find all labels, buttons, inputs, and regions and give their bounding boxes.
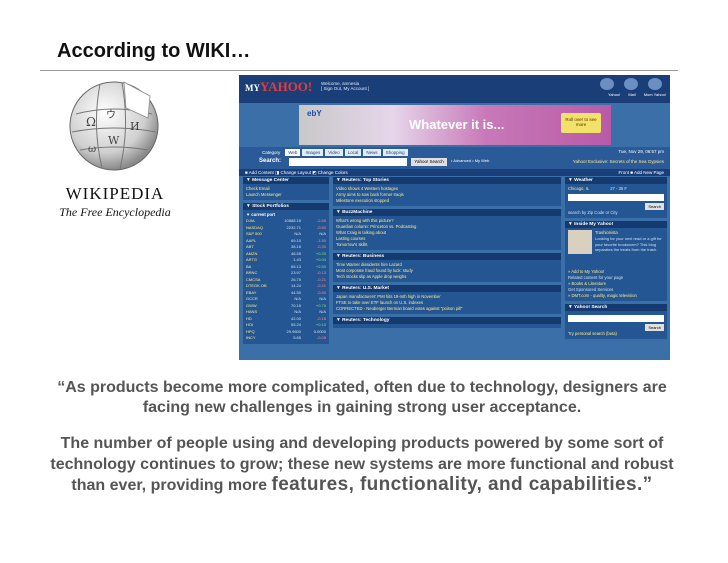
yahoo-search-module-button[interactable]: Search [645, 324, 664, 331]
quote-line-3: The number of people using and developin… [60, 435, 664, 452]
search-category-label: Category [262, 150, 281, 155]
news-module: ▼ Reuters: Business Time Warner dissident… [333, 253, 561, 282]
quote-line-2: facing new challenges in gaining strong … [142, 399, 582, 416]
module-title: ▼ Weather [565, 177, 667, 184]
news-module: ▼ Reuters: Technology [333, 317, 561, 328]
toolbar-actions[interactable]: ■ Add Content ◨ Change Layout ◩ Change C… [245, 170, 348, 175]
puzzle-globe-icon: Ω W И ウ ω [69, 81, 159, 171]
blog-thumbnail [568, 230, 592, 254]
message-center-module: ▼ Message Center Check Email Launch Mess… [243, 177, 329, 200]
yahoo-header: MYYAHOO! Welcome, amnesia [ Sign Out, My… [239, 75, 670, 103]
mail-icon[interactable] [624, 78, 638, 90]
rollover-button[interactable]: Roll over to see more [561, 113, 601, 133]
module-title: ▼ Reuters: Top Stories [333, 177, 561, 184]
svg-text:И: И [130, 120, 140, 133]
yahoo-wordmark: YAHOO! [260, 79, 313, 94]
tab-news[interactable]: News [363, 149, 381, 156]
quote-line-4: technology continues to grow; these new … [50, 456, 674, 473]
my-yahoo-screenshot: MYYAHOO! Welcome, amnesia [ Sign Out, My… [239, 75, 670, 360]
svg-text:W: W [108, 134, 120, 147]
sponsored-link[interactable]: » DMT.com - quality, magic television [568, 293, 664, 299]
svg-text:ウ: ウ [106, 109, 116, 121]
slide-title: According to WIKI… [57, 40, 251, 62]
left-column: ▼ Message Center Check Email Launch Mess… [243, 177, 329, 347]
tab-video[interactable]: Video [325, 149, 343, 156]
weather-module: ▼ Weather Chicago, IL 27 - 35 F Search s… [565, 177, 667, 218]
tab-web[interactable]: Web [285, 149, 301, 156]
blog-description: Looking for your next read or a gift for… [595, 236, 662, 252]
yahoo-search-input[interactable] [568, 315, 664, 322]
tab-shopping[interactable]: Shopping [382, 149, 408, 156]
weather-hint: search by Zip Code or City [568, 210, 618, 215]
module-title: ▼ Message Center [243, 177, 329, 184]
svg-text:ω: ω [88, 144, 96, 155]
stock-ticker[interactable]: INCY [246, 335, 268, 342]
stock-portfolios-module: ▼ Stock Portfolios ▼ current port DJIA 10… [243, 203, 329, 344]
quote-line-1: “As products become more complicated, of… [57, 379, 667, 396]
search-input[interactable] [289, 158, 407, 166]
news-headline-link[interactable]: Tomorrow's skills [336, 242, 558, 248]
middle-column: ▼ Reuters: Top Stories Video shows 4 West… [333, 177, 561, 331]
quote-line-5-start: than ever, providing more [71, 477, 272, 494]
my-yahoo-logo: MYYAHOO! [245, 79, 313, 94]
page-toolbar: ■ Add Content ◨ Change Layout ◩ Change C… [239, 169, 670, 176]
ebay-logo: ebY [307, 109, 322, 118]
stock-price: 5.65 [293, 335, 301, 340]
quote-line-5: than ever, providing more features, func… [38, 474, 686, 496]
right-column: ▼ Weather Chicago, IL 27 - 35 F Search s… [565, 177, 667, 342]
icon-label-mail: Mail [628, 92, 636, 97]
wikipedia-wordmark: WIKIPEDIA [65, 184, 165, 203]
module-title: ▼ Inside My Yahoo! [565, 221, 667, 228]
module-title: ▼ Reuters: Technology [333, 317, 561, 324]
svg-text:Ω: Ω [86, 115, 96, 129]
ebay-ad-banner[interactable]: ebY Whatever it is... Roll over to see m… [299, 105, 611, 145]
date-time: Tue, Nov 29, 06:57 pm [618, 149, 664, 154]
weather-search-button[interactable]: Search [645, 203, 664, 210]
yahoo-home-icon[interactable] [600, 78, 614, 90]
weather-input[interactable] [568, 194, 664, 201]
wikipedia-tagline: The Free Encyclopedia [59, 205, 171, 219]
news-headline-link[interactable]: CORRECTED - Neuberger Berman board votes… [336, 306, 558, 312]
ad-headline: Whatever it is... [409, 117, 505, 132]
module-title: ▼ Stock Portfolios [243, 203, 329, 210]
weather-city[interactable]: Chicago, IL [568, 186, 589, 191]
exclusive-link[interactable]: Yahoo! Exclusive: Secrets of the Sea Gyp… [573, 159, 664, 164]
wikipedia-logo: Ω W И ウ ω WIKIPEDIA The Free Encyclopedi… [50, 78, 180, 226]
advanced-search-link[interactable]: • Advanced • My Web [451, 158, 489, 163]
tab-local[interactable]: Local [344, 149, 362, 156]
personal-search-link[interactable]: Try personal search (beta) [568, 331, 664, 337]
account-links[interactable]: [ Sign Out, My Account ] [321, 86, 369, 91]
tab-images[interactable]: Images [302, 149, 324, 156]
module-title: ▼ Reuters: U.S. Market [333, 285, 561, 292]
yahoo-search-module: ▼ Yahoo! Search Search Try personal sear… [565, 304, 667, 339]
mom-yahoo-icon[interactable] [648, 78, 662, 90]
stock-row[interactable]: INCY 5.65 -0.05 [246, 335, 326, 342]
stock-change: -0.05 [316, 335, 326, 340]
inside-my-yahoo-module: ▼ Inside My Yahoo! Trashionista Looking … [565, 221, 667, 301]
module-title: ▼ Yahoo! Search [565, 304, 667, 311]
quote-emphasis: features, functionality, and capabilitie… [271, 474, 653, 495]
news-module: ▼ Reuters: Top Stories Video shows 4 West… [333, 177, 561, 206]
news-headline-link[interactable]: Milestone execution stopped [336, 198, 558, 204]
icon-label-mom: Mom Yahoo! [643, 92, 666, 97]
icon-label-yahoo: Yahoo! [607, 92, 621, 97]
weather-temp: 27 - 35 F [610, 186, 627, 191]
welcome-text: Welcome, amnesia [ Sign Out, My Account … [321, 81, 370, 91]
news-headline-link[interactable]: Tech stocks slip as Apple drop weighs [336, 274, 558, 280]
title-divider [40, 70, 678, 71]
toolbar-pages[interactable]: Front ■ Add New Page [619, 169, 665, 176]
news-module: ▼ BuzzMachine What's wrong with this pict… [333, 209, 561, 250]
search-bar: Category Web Images Video Local News Sho… [239, 147, 670, 169]
news-module: ▼ Reuters: U.S. Market Japan manufacturer… [333, 285, 561, 314]
yahoo-search-button[interactable]: Yahoo! Search [411, 158, 447, 166]
search-label: Search: [259, 158, 282, 164]
module-title: ▼ Reuters: Business [333, 253, 561, 260]
launch-messenger-link[interactable]: Launch Messenger [246, 192, 326, 198]
module-title: ▼ BuzzMachine [333, 209, 561, 216]
